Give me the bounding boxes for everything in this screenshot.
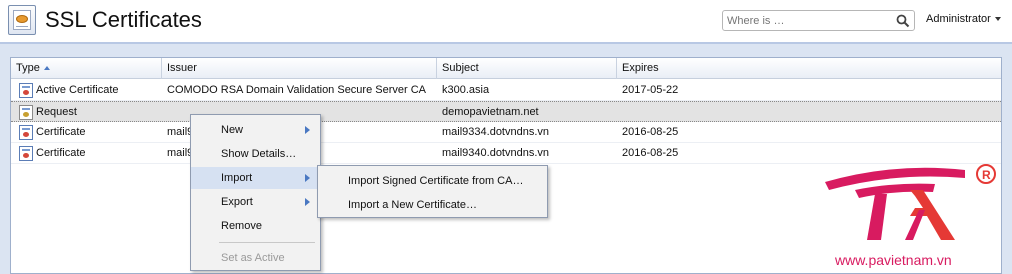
menu-item-import[interactable]: Import xyxy=(191,167,320,189)
menu-item-new[interactable]: New xyxy=(191,119,320,141)
page-title: SSL Certificates xyxy=(45,7,202,32)
menu-item-import-signed-certificate[interactable]: Import Signed Certificate from CA… xyxy=(318,169,547,193)
menu-item-remove[interactable]: Remove xyxy=(191,215,320,237)
column-header-expires[interactable]: Expires xyxy=(617,58,1001,79)
cell-issuer: COMODO RSA Domain Validation Secure Serv… xyxy=(167,84,426,96)
table-row[interactable]: Active Certificate COMODO RSA Domain Val… xyxy=(11,80,1001,101)
menu-item-export[interactable]: Export xyxy=(191,191,320,213)
menu-item-show-details[interactable]: Show Details… xyxy=(191,143,320,165)
user-menu-label: Administrator xyxy=(926,13,991,25)
chevron-right-icon xyxy=(305,174,310,182)
column-header-subject[interactable]: Subject xyxy=(437,58,617,79)
user-menu[interactable]: Administrator xyxy=(926,13,1001,25)
app-header: SSL Certificates Administrator xyxy=(0,0,1012,44)
cell-subject: demopavietnam.net xyxy=(442,106,539,118)
watermark-url: www.pavietnam.vn xyxy=(835,252,952,268)
table-row[interactable]: Certificate mail9 mail9334.dotvndns.vn 2… xyxy=(11,122,1001,143)
certificate-request-icon xyxy=(19,105,33,120)
search-icon[interactable] xyxy=(896,14,910,28)
svg-text:R: R xyxy=(982,168,991,182)
menu-separator xyxy=(219,242,315,243)
cell-expires: 2016-08-25 xyxy=(622,147,679,159)
certificate-icon xyxy=(19,125,33,140)
certificate-icon xyxy=(19,83,33,98)
cell-type: Certificate xyxy=(36,147,86,159)
certificate-icon xyxy=(19,146,33,161)
sort-ascending-icon xyxy=(43,66,50,71)
import-submenu: Import Signed Certificate from CA… Impor… xyxy=(317,165,548,218)
cell-expires: 2016-08-25 xyxy=(622,126,679,138)
column-header-issuer[interactable]: Issuer xyxy=(162,58,437,79)
cell-subject: mail9334.dotvndns.vn xyxy=(442,126,550,138)
menu-item-import-new-certificate[interactable]: Import a New Certificate… xyxy=(318,193,547,217)
table-header: Type Issuer Subject Expires xyxy=(11,58,1001,79)
search-input[interactable] xyxy=(727,13,887,28)
cell-subject: k300.asia xyxy=(442,84,490,96)
context-menu: New Show Details… Import Export Remove S… xyxy=(190,114,321,271)
cell-subject: mail9340.dotvndns.vn xyxy=(442,147,550,159)
chevron-right-icon xyxy=(305,198,310,206)
menu-item-set-as-active: Set as Active xyxy=(221,252,285,264)
search-field[interactable] xyxy=(722,10,915,31)
certificate-icon xyxy=(8,5,36,35)
table-row[interactable]: Request demopavietnam.net xyxy=(11,101,1001,122)
column-header-type[interactable]: Type xyxy=(11,58,162,79)
cell-type: Active Certificate xyxy=(36,84,119,96)
chevron-right-icon xyxy=(305,126,310,134)
cell-expires: 2017-05-22 xyxy=(622,84,679,96)
cell-expires xyxy=(622,102,792,123)
cell-type: Request xyxy=(36,106,77,118)
chevron-down-icon xyxy=(994,17,1001,22)
cell-type: Certificate xyxy=(36,126,86,138)
